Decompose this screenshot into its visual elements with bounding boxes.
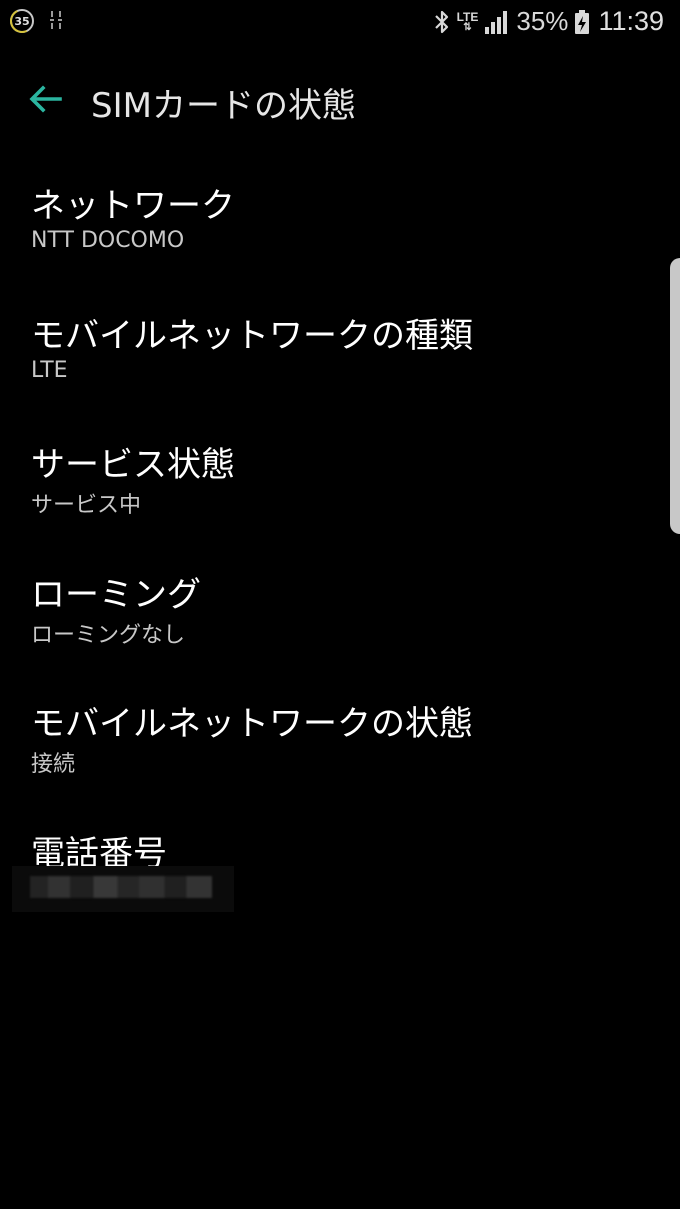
status-bar-left: 35 [10, 9, 64, 33]
battery-charging-icon [575, 9, 590, 34]
status-bar-right: LTE ⇅ 35% 11:39 [433, 6, 664, 37]
list-item-roaming: ローミング ローミングなし [0, 561, 680, 691]
item-title: ローミング [31, 574, 201, 615]
item-title: サービス状態 [31, 445, 235, 485]
item-value: ローミングなし [31, 622, 186, 648]
list-item-network: ネットワーク NTT DOCOMO [0, 172, 680, 302]
app-bar: SIMカードの状態 [0, 72, 680, 132]
list-item-mobile-network-state: モバイルネットワークの状態 接続 [0, 690, 680, 820]
clock: 11:39 [598, 6, 664, 36]
list-item-service-state: サービス状態 サービス中 [0, 431, 680, 561]
list-item-mobile-network-type: モバイルネットワークの種類 LTE [0, 302, 680, 432]
sim-status-list: ネットワーク NTT DOCOMO モバイルネットワークの種類 LTE サービス… [0, 172, 680, 949]
item-value: サービス中 [31, 493, 142, 518]
item-value: 接続 [31, 752, 76, 777]
page-title: SIMカードの状態 [91, 86, 356, 126]
lte-icon: LTE ⇅ [457, 11, 479, 33]
signal-icon [485, 10, 508, 34]
item-title: モバイルネットワークの種類 [31, 315, 473, 356]
bluetooth-icon [434, 10, 448, 33]
data-arrows-icon: ⇅ [463, 21, 472, 33]
data-sync-icon [50, 11, 62, 29]
item-value: LTE [31, 357, 68, 383]
item-title: モバイルネットワークの状態 [31, 704, 473, 744]
edge-panel-handle[interactable] [670, 258, 680, 534]
battery-percent: 35% [516, 6, 569, 36]
circle-35-icon: 35 [10, 9, 34, 33]
redacted-blur [30, 876, 212, 898]
redacted-phone-number [12, 866, 234, 912]
item-value: NTT DOCOMO [31, 228, 185, 253]
item-title: ネットワーク [31, 186, 235, 226]
arrow-left-icon[interactable] [28, 84, 64, 114]
status-bar: 35 LTE ⇅ 35% 11:39 [0, 0, 680, 48]
status-badge: 35 [14, 14, 30, 28]
